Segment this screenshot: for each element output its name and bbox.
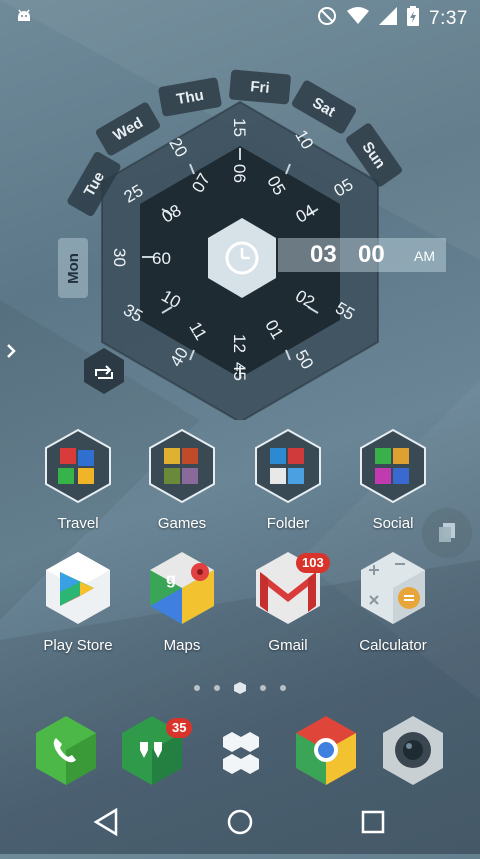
alarm-clock-widget[interactable]: 06 05 04 02 01 12 11 10 08 07 60 15 10 0… bbox=[0, 60, 480, 420]
app-label: Travel bbox=[57, 515, 99, 532]
minute-45: 45 bbox=[230, 362, 249, 381]
no-disturb-icon bbox=[317, 6, 337, 32]
hour-12: 12 bbox=[230, 334, 249, 353]
page-indicator[interactable] bbox=[0, 682, 480, 694]
app-label: Games bbox=[157, 515, 207, 532]
wifi-icon bbox=[347, 7, 370, 31]
status-time: 7:37 bbox=[429, 8, 468, 29]
day-tab-fri[interactable]: Fri bbox=[228, 69, 292, 105]
games-folder-icon bbox=[149, 428, 215, 504]
page-dot[interactable] bbox=[260, 685, 266, 691]
left-chevron-icon[interactable] bbox=[2, 340, 22, 364]
alarm-minute[interactable]: 00 bbox=[358, 241, 385, 269]
day-tab-mon[interactable]: Mon bbox=[58, 238, 88, 298]
app-label: Play Store bbox=[43, 637, 113, 654]
app-maps[interactable]: g Maps bbox=[132, 550, 232, 654]
gmail-badge: 103 bbox=[296, 553, 330, 573]
app-label: Gmail bbox=[268, 637, 308, 654]
page-dot[interactable] bbox=[214, 685, 220, 691]
hour-06: 06 bbox=[230, 164, 249, 183]
app-label: Folder bbox=[266, 515, 310, 532]
hangouts-badge: 35 bbox=[166, 718, 193, 738]
calculator-icon bbox=[361, 552, 425, 624]
dock: 35 bbox=[0, 708, 480, 794]
minute-15: 15 bbox=[230, 118, 249, 137]
app-label: Maps bbox=[163, 637, 201, 654]
social-folder-icon bbox=[360, 428, 426, 504]
alarm-hour[interactable]: 03 bbox=[310, 241, 337, 269]
play-store-icon bbox=[46, 552, 110, 624]
dock-camera[interactable] bbox=[383, 716, 443, 786]
nav-bar bbox=[0, 794, 480, 854]
app-calculator[interactable]: Calculator bbox=[343, 550, 443, 654]
signal-icon bbox=[379, 7, 398, 31]
app-gmail[interactable]: 103 Gmail bbox=[238, 550, 338, 654]
app-play-store[interactable]: Play Store bbox=[28, 550, 128, 654]
app-label: Calculator bbox=[359, 637, 427, 654]
repeat-icon[interactable] bbox=[84, 348, 124, 394]
android-icon bbox=[14, 7, 34, 32]
svg-text:g: g bbox=[166, 571, 176, 588]
recents-button[interactable] bbox=[352, 798, 396, 846]
maps-icon: g bbox=[150, 552, 214, 624]
hour-60: 60 bbox=[152, 249, 171, 268]
dock-app-drawer[interactable] bbox=[214, 722, 268, 782]
alarm-ampm[interactable]: AM bbox=[414, 248, 435, 264]
page-dot[interactable] bbox=[194, 685, 200, 691]
app-folder[interactable]: Folder bbox=[238, 428, 338, 532]
page-dot-current[interactable] bbox=[234, 682, 246, 694]
travel-folder-icon bbox=[45, 428, 111, 504]
dock-phone[interactable] bbox=[36, 716, 96, 786]
back-button[interactable] bbox=[86, 798, 126, 846]
home-button[interactable] bbox=[218, 798, 262, 846]
app-games[interactable]: Games bbox=[132, 428, 232, 532]
app-travel[interactable]: Travel bbox=[28, 428, 128, 532]
page-dot[interactable] bbox=[280, 685, 286, 691]
folder-icon bbox=[255, 428, 321, 504]
battery-charging-icon bbox=[407, 6, 420, 32]
dock-chrome[interactable] bbox=[296, 716, 356, 786]
clock-icon[interactable] bbox=[208, 218, 276, 298]
minute-30: 30 bbox=[110, 248, 129, 267]
status-bar: 7:37 bbox=[0, 0, 480, 34]
